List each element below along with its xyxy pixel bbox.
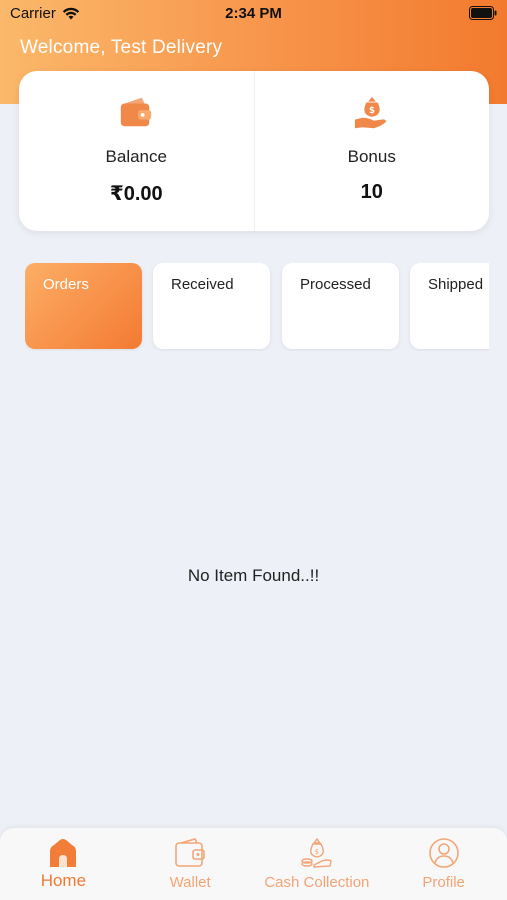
nav-wallet[interactable]: Wallet [127, 828, 254, 900]
welcome-message: Welcome, Test Delivery [20, 37, 223, 58]
svg-text:$: $ [315, 848, 319, 856]
clock: 2:34 PM [225, 5, 282, 22]
tab-received[interactable]: Received [153, 263, 270, 349]
bonus-value: 10 [360, 181, 383, 203]
nav-cash-collection[interactable]: $ Cash Collection [254, 828, 381, 900]
tab-label: Shipped [428, 276, 484, 293]
nav-profile-label: Profile [422, 874, 465, 891]
home-icon [50, 839, 77, 867]
tab-label: Received [171, 276, 234, 293]
battery-icon [469, 6, 497, 20]
order-status-tabs: Orders Received Processed Shipped [25, 263, 489, 351]
tab-label: Processed [300, 276, 371, 293]
balance-label: Balance [105, 147, 167, 166]
nav-cash-collection-label: Cash Collection [264, 874, 370, 891]
tab-label: Orders [43, 276, 89, 293]
bottom-nav: Home Wallet $ Cash Collection Profile [0, 828, 507, 900]
tab-processed[interactable]: Processed [282, 263, 399, 349]
balance-value: ₹0.00 [109, 183, 163, 205]
balance-section[interactable]: Balance ₹0.00 [19, 71, 254, 231]
nav-wallet-label: Wallet [169, 874, 211, 891]
empty-state-message: No Item Found..!! [187, 566, 320, 585]
nav-home[interactable]: Home [0, 828, 127, 900]
tab-orders[interactable]: Orders [25, 263, 142, 349]
svg-text:$: $ [369, 106, 375, 116]
wallet-icon [121, 97, 152, 127]
nav-home-label: Home [40, 871, 87, 890]
bonus-section[interactable]: $ Bonus 10 [253, 71, 490, 231]
profile-icon [428, 838, 459, 868]
status-bar: Carrier 2:34 PM [0, 0, 507, 28]
tab-shipped[interactable]: Shipped [410, 263, 489, 349]
summary-card: Balance ₹0.00 $ Bonus 10 [19, 71, 489, 231]
money-hand-icon: $ [354, 96, 386, 129]
cash-bag-icon: $ [301, 837, 332, 868]
nav-profile[interactable]: Profile [380, 828, 507, 900]
wallet-icon [175, 838, 205, 867]
bonus-label: Bonus [347, 147, 396, 166]
